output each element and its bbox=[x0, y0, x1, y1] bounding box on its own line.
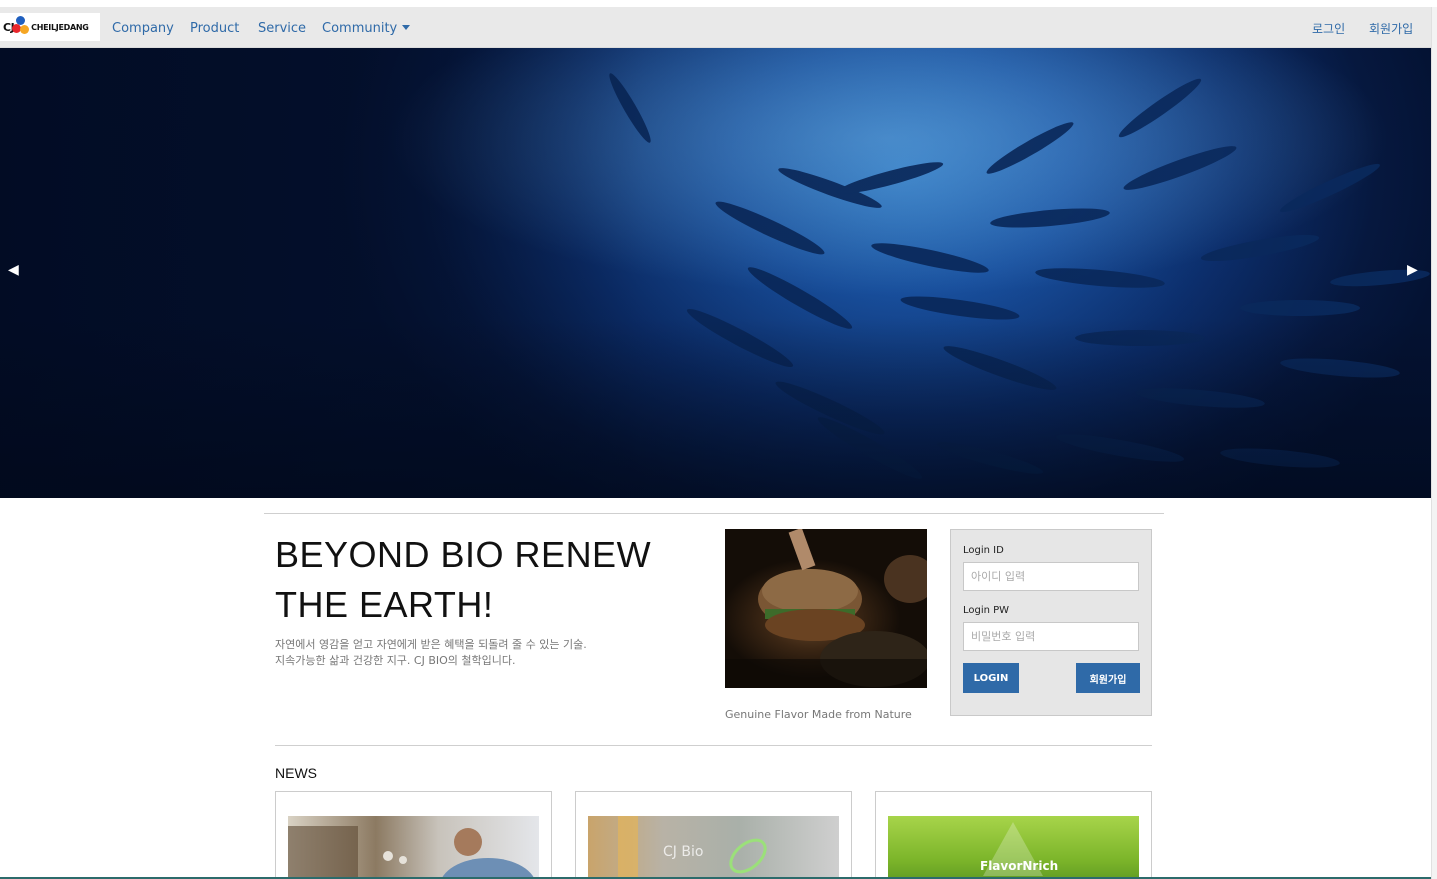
login-id-label: Login ID bbox=[963, 545, 1004, 556]
news-heading: NEWS bbox=[275, 765, 317, 781]
news-card[interactable]: FlavorNrich bbox=[875, 791, 1152, 879]
carousel-next-button[interactable]: ▶ bbox=[1407, 262, 1418, 278]
news-card-image: CJ Bio bbox=[588, 816, 839, 879]
nav-service[interactable]: Service bbox=[258, 21, 306, 36]
news-card-image: FlavorNrich bbox=[888, 816, 1139, 879]
logo-dots-icon bbox=[12, 16, 30, 38]
nav-company[interactable]: Company bbox=[112, 21, 174, 36]
brand-logo[interactable]: CJ CHEILJEDANG bbox=[0, 13, 100, 41]
headline-line-1: BEYOND BIO RENEW bbox=[275, 534, 652, 575]
login-pw-label: Login PW bbox=[963, 605, 1010, 616]
navbar: CJ CHEILJEDANG Company Product Service C… bbox=[0, 7, 1431, 48]
feature-caption: Genuine Flavor Made from Nature bbox=[725, 708, 912, 721]
headline: BEYOND BIO RENEW THE EARTH! bbox=[275, 530, 705, 630]
underwater-fish-image bbox=[0, 48, 1431, 498]
intro-description: 자연에서 영감을 얻고 자연에게 받은 혜택을 되돌려 줄 수 있는 기술. 지… bbox=[275, 637, 695, 669]
headline-line-2: THE EARTH! bbox=[275, 584, 494, 625]
signup-button[interactable]: 회원가입 bbox=[1076, 663, 1140, 693]
login-pw-input[interactable] bbox=[963, 622, 1139, 651]
nav-community-dropdown[interactable]: Community bbox=[322, 21, 411, 36]
nav-signup-link[interactable]: 회원가입 bbox=[1369, 20, 1413, 37]
nav-community-label: Community bbox=[322, 21, 398, 36]
login-form: Login ID Login PW LOGIN 회원가입 bbox=[950, 529, 1152, 716]
flavornrich-logo-text: FlavorNrich bbox=[980, 859, 1058, 873]
divider bbox=[264, 513, 1164, 514]
news-card-image bbox=[288, 816, 539, 879]
scrollbar[interactable] bbox=[1431, 7, 1437, 879]
news-card[interactable] bbox=[275, 791, 552, 879]
hero-carousel: ◀ ▶ bbox=[0, 48, 1431, 498]
intro-line-1: 자연에서 영감을 얻고 자연에게 받은 혜택을 되돌려 줄 수 있는 기술. bbox=[275, 638, 587, 651]
login-id-input[interactable] bbox=[963, 562, 1139, 591]
carousel-prev-button[interactable]: ◀ bbox=[8, 262, 19, 278]
logo-brand-text: CHEILJEDANG bbox=[31, 22, 89, 32]
news-card[interactable]: CJ Bio bbox=[575, 791, 852, 879]
top-strip bbox=[0, 0, 1437, 7]
login-button[interactable]: LOGIN bbox=[963, 663, 1019, 693]
divider bbox=[275, 745, 1152, 746]
nav-login-link[interactable]: 로그인 bbox=[1312, 20, 1345, 37]
burger-illustration bbox=[725, 529, 927, 688]
nav-product[interactable]: Product bbox=[190, 21, 239, 36]
cj-bio-sign-text: CJ Bio bbox=[663, 844, 703, 860]
caret-down-icon bbox=[402, 25, 411, 30]
burger-photo bbox=[725, 529, 927, 688]
page: CJ CHEILJEDANG Company Product Service C… bbox=[0, 0, 1437, 879]
intro-line-2: 지속가능한 삶과 건강한 지구. CJ BIO의 철학입니다. bbox=[275, 654, 516, 667]
